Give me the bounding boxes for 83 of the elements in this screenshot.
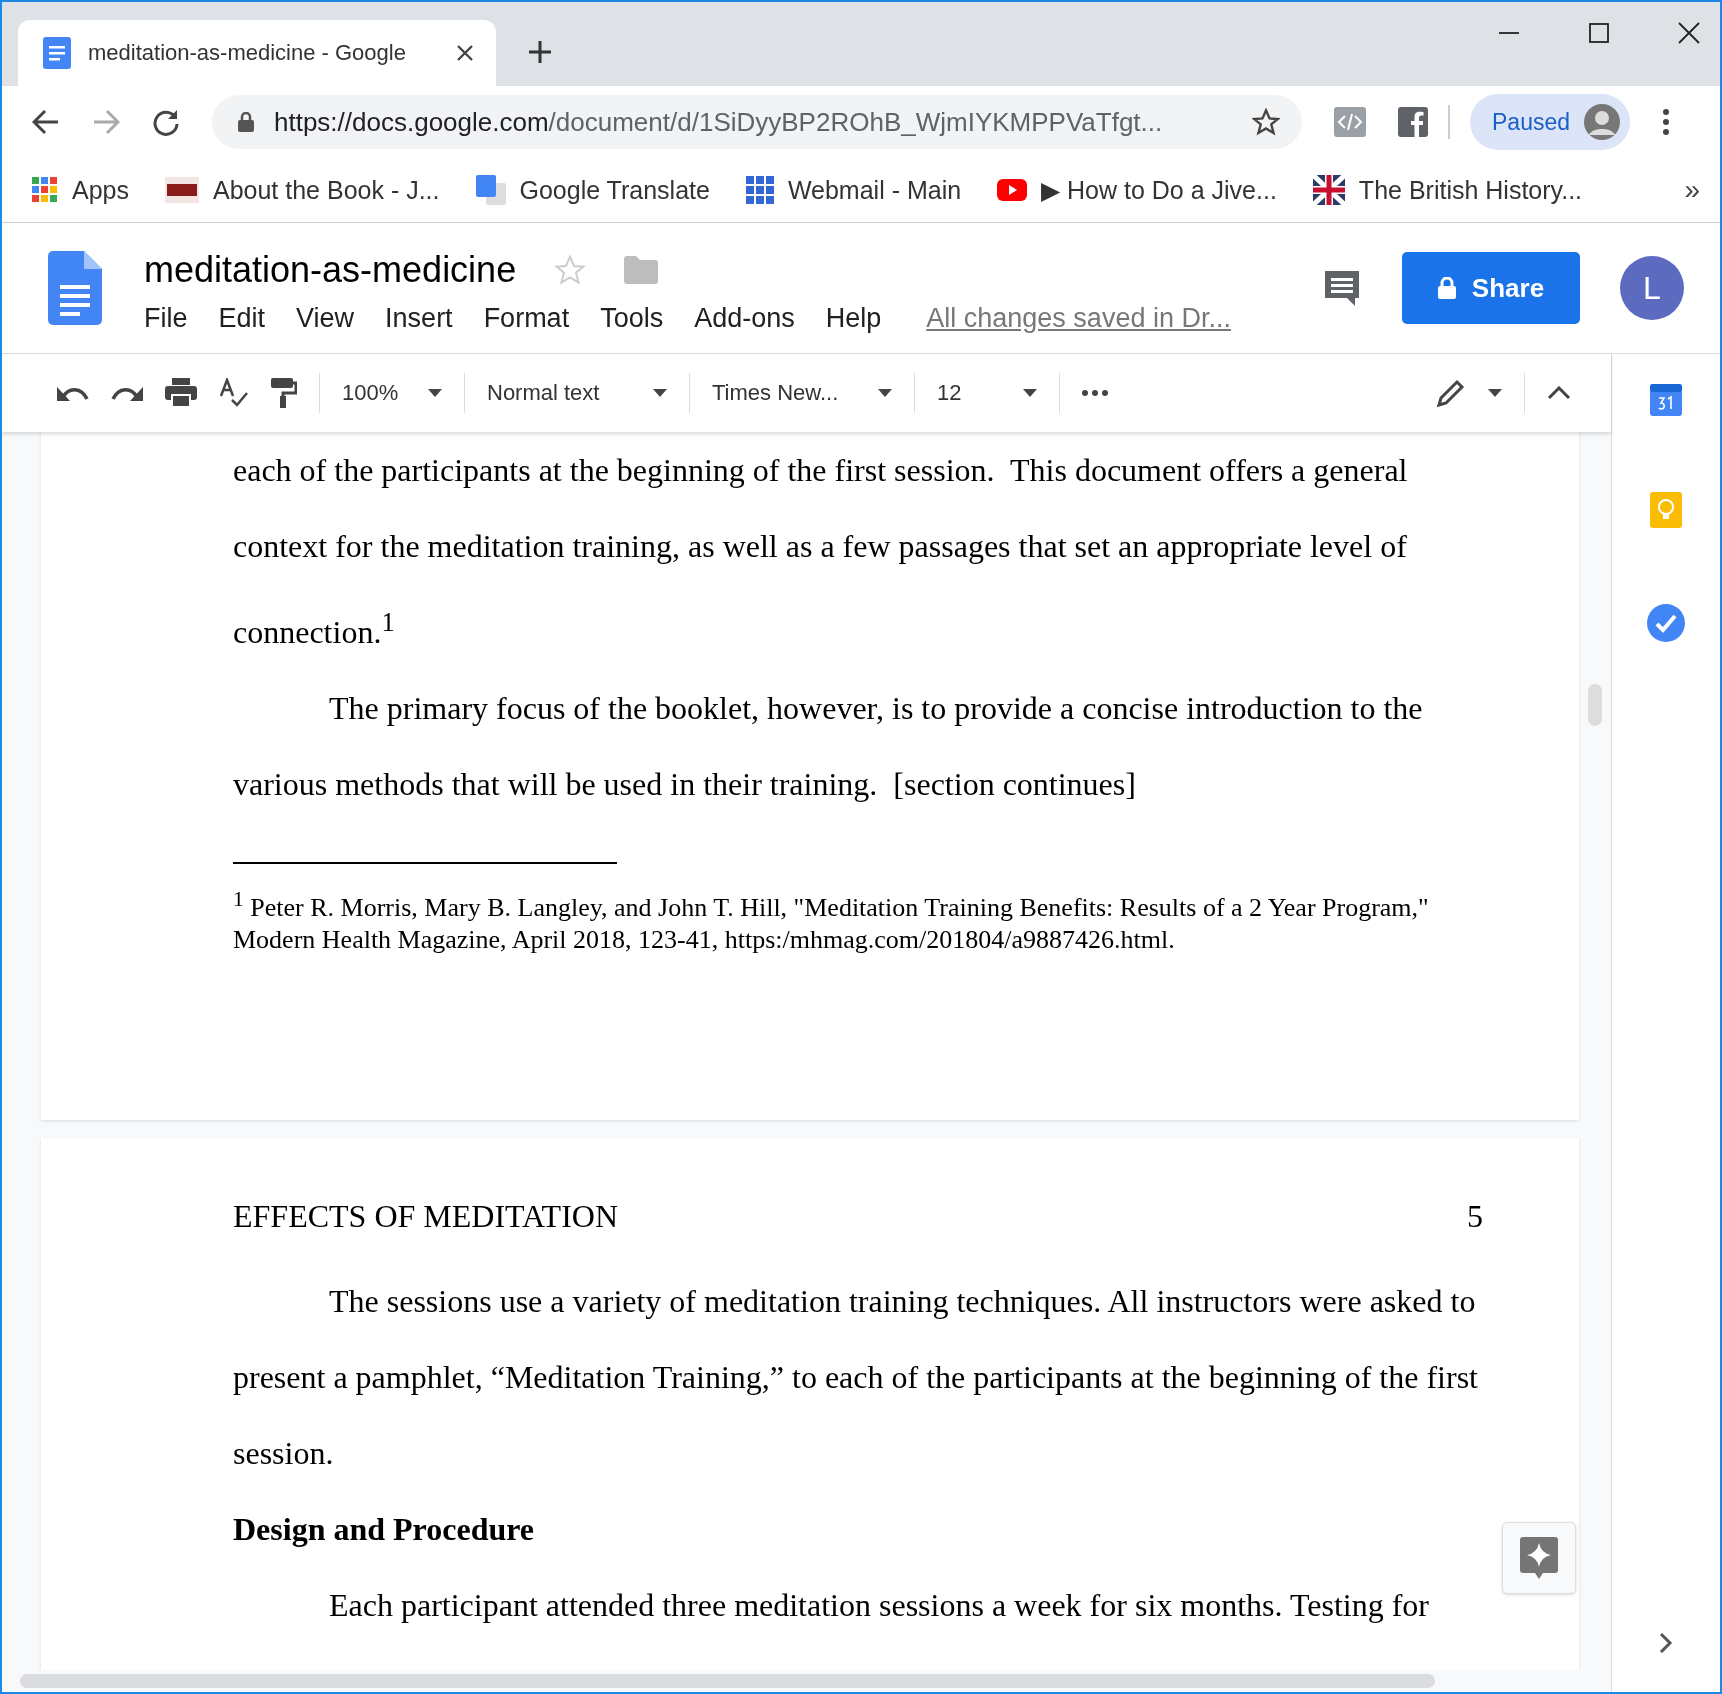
browser-tab[interactable]: meditation-as-medicine - Google	[18, 20, 496, 86]
font-size-dropdown[interactable]: 12	[937, 380, 1037, 406]
facebook-icon[interactable]	[1398, 107, 1428, 137]
zoom-dropdown[interactable]: 100%	[342, 380, 442, 406]
bookmark[interactable]: About the Book - J...	[165, 175, 440, 205]
font-dropdown[interactable]: Times New...	[712, 380, 892, 406]
document-title[interactable]: meditation-as-medicine	[144, 248, 517, 291]
paint-format-icon[interactable]	[271, 378, 297, 408]
menu-item[interactable]: Format	[483, 302, 570, 334]
grid-icon	[745, 176, 774, 204]
caret-icon[interactable]	[1488, 389, 1502, 397]
bookmark[interactable]: Google Translate	[475, 175, 710, 205]
document-icon	[42, 36, 72, 70]
bookmark-label: About the Book - J...	[213, 175, 440, 205]
bookmark-label: Webmail - Main	[787, 175, 962, 205]
close-icon[interactable]	[1678, 22, 1700, 44]
menu-item[interactable]: Insert	[385, 302, 453, 334]
menu-item[interactable]: Edit	[218, 302, 266, 334]
docs-logo-icon[interactable]	[48, 251, 102, 325]
calendar-icon[interactable]	[1650, 384, 1682, 416]
style-dropdown[interactable]: Normal text	[487, 380, 667, 406]
bookmark[interactable]: The British History...	[1312, 175, 1583, 205]
menu-item[interactable]: View	[296, 302, 355, 334]
collapse-icon[interactable]	[1547, 386, 1571, 400]
scrollbar-thumb[interactable]	[20, 1674, 1435, 1688]
bookmark-label: The British History...	[1358, 175, 1583, 205]
account-avatar[interactable]: L	[1620, 256, 1684, 320]
caret-icon	[653, 389, 667, 397]
more-bookmarks[interactable]: »	[1684, 174, 1700, 206]
menu-item[interactable]: Add-ons	[694, 302, 795, 334]
translate-icon	[475, 175, 506, 205]
tab-title: meditation-as-medicine - Google	[88, 40, 407, 66]
close-icon[interactable]	[456, 44, 474, 62]
menu-item[interactable]: File	[144, 302, 188, 334]
caret-icon	[428, 389, 442, 397]
flag-icon	[1312, 175, 1345, 205]
menu-item[interactable]: Help	[825, 302, 882, 334]
pencil-icon[interactable]	[1436, 378, 1466, 408]
address-bar[interactable]: https://docs.google.com/document/d/1SiDyyBP2ROhB_WjmIYKMPPVaTfgt...	[212, 95, 1302, 149]
new-tab-icon[interactable]	[528, 40, 552, 64]
section-heading: Design and Procedure	[233, 1510, 535, 1549]
bookmark[interactable]: ▶ How to Do a Jive...	[997, 175, 1277, 205]
menu-item[interactable]: Tools	[600, 302, 664, 334]
comment-icon[interactable]	[1322, 268, 1362, 308]
bookmark-star-icon[interactable]	[1252, 108, 1280, 136]
expand-panel-icon[interactable]	[1659, 1632, 1673, 1654]
maximize-icon[interactable]	[1588, 22, 1610, 44]
spellcheck-icon[interactable]	[219, 378, 249, 408]
lock-icon	[238, 112, 254, 132]
footnote: $^{1}$ Peter R. Morris, Mary B. Langley, and John T. Hill, "Meditation Training Benefits: Results of a 2 Year Program," Modern Health Magazine, April 2018, 123-41, https:/mhmag.com/201804/a9887426.html.	[233, 886, 1429, 957]
menu-icon[interactable]	[1662, 108, 1670, 136]
bookmark-label: Google Translate	[519, 175, 710, 205]
back-icon[interactable]	[32, 109, 60, 135]
bookmark[interactable]: Apps	[32, 175, 129, 205]
star-icon[interactable]	[554, 253, 587, 286]
scrollbar-thumb[interactable]	[1588, 684, 1602, 726]
apps-grid-icon	[32, 177, 58, 203]
avatar-icon	[1584, 104, 1620, 140]
body-paragraph: The sessions use a variety of meditation training techniques. All instructors were asked to present a pamphlet, “Meditation Training,” to each of the participants at the beginning of the first session.	[233, 1282, 1478, 1473]
profile-button[interactable]: Paused	[1470, 94, 1630, 150]
bookmark[interactable]: Webmail - Main	[745, 175, 962, 205]
body-paragraph: each of the participants at the beginning of the first session. This document offers a general context for the meditation training, as well as a few passages that set an appropriate level of connection.$^{1}$	[233, 451, 1408, 652]
body-paragraph: Each participant attended three meditation sessions a week for six months. Testing for	[328, 1586, 1429, 1625]
lock-icon	[1437, 277, 1456, 299]
caret-icon	[878, 389, 892, 397]
bookmark-label: ▶ How to Do a Jive...	[1041, 175, 1277, 205]
reload-icon[interactable]	[152, 108, 180, 136]
print-icon[interactable]	[165, 378, 197, 408]
share-button[interactable]: Share	[1402, 252, 1580, 324]
url-text: https://docs.google.com/document/d/1SiDyyBP2ROhB_WjmIYKMPPVaTfgt...	[274, 106, 1164, 138]
check-circle-icon[interactable]	[1647, 604, 1685, 642]
explore-button[interactable]	[1502, 1522, 1576, 1594]
site-logo-icon	[165, 177, 199, 203]
body-paragraph: The primary focus of the booklet, however, is to provide a concise introduction to the various methods that will be used in their training. [section continues]	[233, 688, 1423, 804]
save-status-link[interactable]: All changes saved in Dr...	[926, 302, 1231, 334]
sparkle-icon	[1520, 1537, 1558, 1579]
bookmark-label: Apps	[72, 175, 129, 205]
more-icon[interactable]	[1082, 390, 1108, 396]
page-number: 5	[1467, 1198, 1483, 1235]
code-extension-icon[interactable]	[1334, 107, 1366, 137]
caret-icon	[1023, 389, 1037, 397]
running-header: EFFECTS OF MEDITATION	[233, 1198, 618, 1235]
video-play-icon	[997, 179, 1028, 201]
